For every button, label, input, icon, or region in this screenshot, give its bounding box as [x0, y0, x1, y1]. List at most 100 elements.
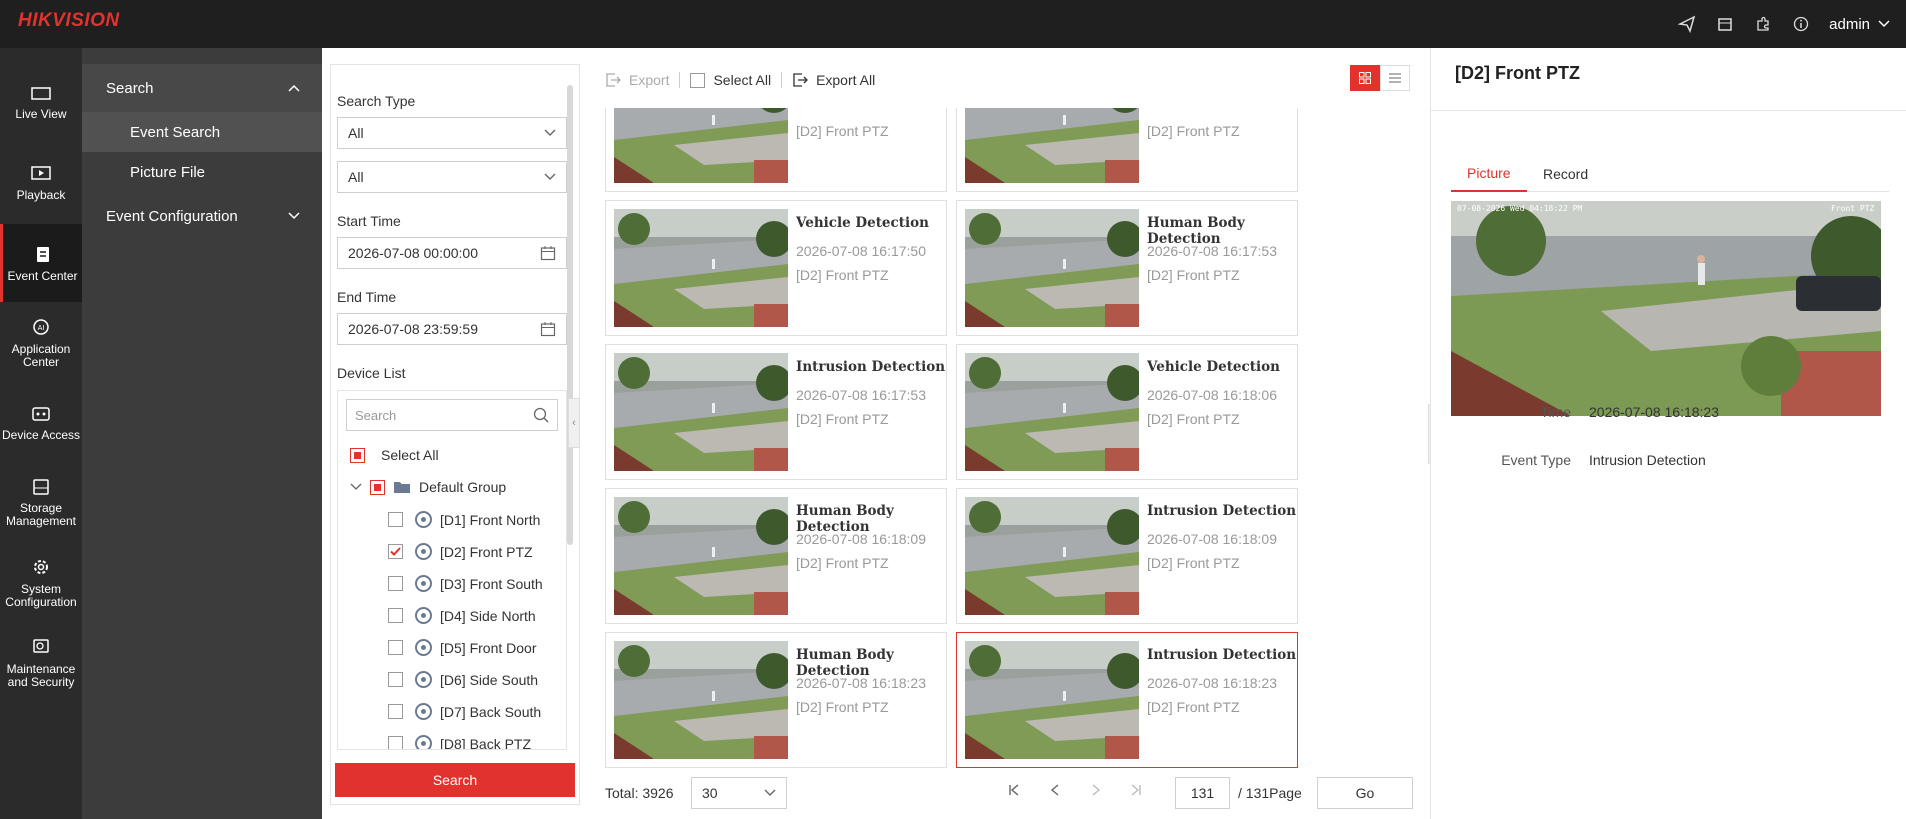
event-thumbnail[interactable]	[965, 209, 1139, 327]
device-row[interactable]: [D5] Front Door	[388, 639, 536, 656]
device-search-input[interactable]: Search	[346, 399, 558, 431]
event-thumbnail[interactable]	[614, 641, 788, 759]
user-menu[interactable]: admin	[1829, 16, 1890, 33]
event-card[interactable]: Intrusion Detection 2026-07-08 16:17:53 …	[605, 344, 947, 480]
page-number-input[interactable]: 131	[1175, 777, 1230, 809]
live-view-icon	[31, 86, 51, 100]
subnav-search-header[interactable]: Search	[82, 64, 322, 112]
nav-playback[interactable]: Playback	[0, 144, 82, 222]
device-checkbox[interactable]	[388, 512, 403, 527]
device-row[interactable]: [D7] Back South	[388, 703, 541, 720]
event-card[interactable]: Intrusion Detection 2026-07-08 16:18:09 …	[956, 488, 1298, 624]
event-subtype-select[interactable]: All	[337, 161, 567, 193]
event-device: [D2] Front PTZ	[796, 267, 889, 283]
nav-storage-management[interactable]: Storage Management	[0, 464, 82, 542]
collapse-filter-button[interactable]: ‹	[568, 398, 580, 448]
event-card[interactable]: Intrusion Detection 2026-07-08 16:18:23 …	[956, 632, 1298, 768]
event-card[interactable]: Human Body Detection 2026-07-08 16:17:53…	[956, 200, 1298, 336]
filter-scrollbar[interactable]	[567, 85, 573, 545]
device-checkbox[interactable]	[388, 672, 403, 687]
device-row[interactable]: [D3] Front South	[388, 575, 543, 592]
nav-event-center[interactable]: Event Center	[0, 224, 82, 302]
search-icon[interactable]	[533, 407, 549, 423]
nav-device-access[interactable]: Device Access	[0, 384, 82, 462]
subnav-event-configuration[interactable]: Event Configuration	[82, 192, 322, 240]
event-card[interactable]: Vehicle Detection 2026-07-08 16:18:06 [D…	[956, 344, 1298, 480]
event-card[interactable]: Human Body Detection 2026-07-08 16:18:09…	[605, 488, 947, 624]
subnav-picture-file[interactable]: Picture File	[82, 152, 322, 192]
detail-title: [D2] Front PTZ	[1455, 63, 1580, 83]
event-thumbnail[interactable]	[965, 497, 1139, 615]
last-page-button[interactable]	[1129, 783, 1143, 797]
send-icon[interactable]	[1677, 14, 1697, 34]
subnav-event-search[interactable]: Event Search	[82, 112, 322, 152]
info-icon[interactable]	[1791, 14, 1811, 34]
device-checkbox[interactable]	[388, 576, 403, 591]
prev-page-button[interactable]	[1048, 783, 1062, 797]
event-card[interactable]: Vehicle Detection 2026-07-08 16:17:50 [D…	[605, 200, 947, 336]
event-thumbnail[interactable]	[965, 353, 1139, 471]
camera-icon	[415, 575, 432, 592]
go-button[interactable]: Go	[1317, 777, 1413, 809]
event-thumbnail[interactable]	[614, 497, 788, 615]
grid-view-button[interactable]	[1350, 65, 1380, 91]
export-all-button[interactable]: Export All	[792, 72, 875, 88]
select-all-results-checkbox[interactable]	[690, 72, 706, 88]
nav-maintenance-security[interactable]: Maintenance and Security	[0, 624, 82, 702]
device-row[interactable]: [D1] Front North	[388, 511, 540, 528]
nav-live-view[interactable]: Live View	[0, 64, 82, 142]
device-label: [D5] Front Door	[440, 639, 537, 656]
group-checkbox[interactable]	[370, 479, 385, 495]
device-checkbox[interactable]	[388, 544, 403, 559]
event-card[interactable]: [D2] Front PTZ	[605, 108, 947, 192]
event-card[interactable]: Human Body Detection 2026-07-08 16:18:23…	[605, 632, 947, 768]
page-size-select[interactable]: 30	[691, 777, 787, 809]
group-row[interactable]: Default Group	[350, 479, 506, 495]
event-thumbnail[interactable]	[614, 209, 788, 327]
storage-icon	[33, 479, 49, 495]
list-view-button[interactable]	[1380, 65, 1410, 91]
event-thumbnail[interactable]	[614, 108, 788, 183]
search-button[interactable]: Search	[335, 763, 575, 797]
select-all-row[interactable]: Select All	[350, 447, 439, 463]
end-time-value: 2026-07-08 23:59:59	[348, 321, 478, 337]
first-page-button[interactable]	[1007, 783, 1021, 797]
select-all-checkbox[interactable]	[350, 447, 365, 463]
nav-system-configuration[interactable]: System Configuration	[0, 544, 82, 622]
device-row[interactable]: [D8] Back PTZ	[388, 735, 531, 749]
tab-record[interactable]: Record	[1527, 156, 1604, 192]
event-card[interactable]: [D2] Front PTZ	[956, 108, 1298, 192]
chevron-down-icon	[544, 173, 556, 180]
event-thumbnail[interactable]	[965, 641, 1139, 759]
next-page-button[interactable]	[1089, 783, 1103, 797]
nav-application-center[interactable]: AI Application Center	[0, 304, 82, 382]
device-checkbox[interactable]	[388, 608, 403, 623]
event-thumbnail[interactable]	[965, 108, 1139, 183]
search-type-select[interactable]: All	[337, 117, 567, 149]
gear-icon	[34, 560, 48, 574]
device-row[interactable]: [D4] Side North	[388, 607, 536, 624]
event-thumbnail[interactable]	[614, 353, 788, 471]
calendar-icon[interactable]	[1715, 14, 1735, 34]
export-button[interactable]: Export	[605, 72, 669, 88]
calendar-icon[interactable]	[540, 321, 556, 337]
nav-label: Storage Management	[5, 501, 77, 528]
device-row[interactable]: [D2] Front PTZ	[388, 543, 533, 560]
time-value: 2026-07-08 16:18:23	[1589, 404, 1719, 420]
puzzle-icon[interactable]	[1753, 14, 1773, 34]
event-device: [D2] Front PTZ	[796, 411, 889, 427]
device-row[interactable]: [D6] Side South	[388, 671, 538, 688]
event-device: [D2] Front PTZ	[796, 123, 889, 139]
chevron-down-icon[interactable]	[350, 483, 362, 491]
start-time-field[interactable]: 2026-07-08 00:00:00	[337, 237, 567, 269]
event-snapshot[interactable]: 07-08-2026 Wed 04:18:22 PM Front PTZ	[1451, 201, 1881, 416]
device-checkbox[interactable]	[388, 640, 403, 655]
device-checkbox[interactable]	[388, 736, 403, 749]
device-label: [D3] Front South	[440, 575, 543, 592]
calendar-icon[interactable]	[540, 245, 556, 261]
select-all-results[interactable]: Select All	[690, 72, 771, 88]
end-time-field[interactable]: 2026-07-08 23:59:59	[337, 313, 567, 345]
device-checkbox[interactable]	[388, 704, 403, 719]
detail-tabs: Picture Record	[1451, 156, 1889, 192]
tab-picture[interactable]: Picture	[1451, 156, 1527, 192]
